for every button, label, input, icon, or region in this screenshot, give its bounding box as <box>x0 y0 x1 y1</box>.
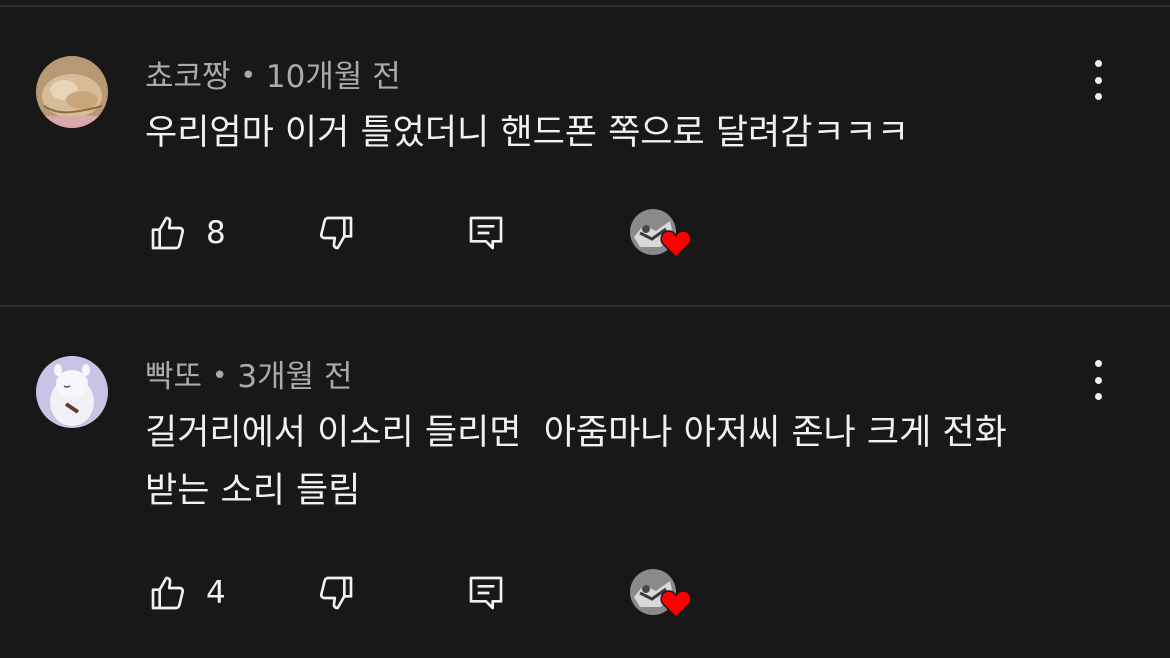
author-name[interactable]: 빡또 <box>145 359 202 395</box>
reply-icon <box>469 576 503 610</box>
thumbs-up-icon <box>151 216 185 250</box>
creator-heart-badge <box>630 209 692 259</box>
dot-icon <box>1094 93 1102 100</box>
thumbs-down-icon <box>319 576 353 610</box>
meta-separator: • <box>240 61 256 91</box>
dot-icon <box>1094 76 1102 84</box>
dislike-button[interactable] <box>316 563 356 623</box>
more-options-button[interactable] <box>1080 358 1116 402</box>
author-avatar[interactable] <box>36 356 108 428</box>
thumbs-down-icon <box>319 216 353 250</box>
comment-text: 길거리에서 이소리 들리면 아줌마나 아저씨 존나 크게 전화 받는 소리 들림 <box>145 413 1007 511</box>
thumbs-up-icon <box>151 576 185 610</box>
like-count: 8 <box>206 215 226 251</box>
divider <box>0 305 1170 307</box>
like-count: 4 <box>206 575 226 611</box>
dot-icon <box>1094 60 1102 67</box>
more-options-button[interactable] <box>1080 58 1116 102</box>
like-button[interactable]: 4 <box>148 563 226 623</box>
comment-time[interactable]: 3개월 전 <box>237 359 352 395</box>
dot-icon <box>1094 360 1102 367</box>
dislike-button[interactable] <box>316 203 356 263</box>
comment-time[interactable]: 10개월 전 <box>266 59 401 95</box>
comment-text: 우리엄마 이거 틀었더니 핸드폰 쪽으로 달려감ㅋㅋㅋ <box>145 113 910 153</box>
dot-icon <box>1094 376 1102 384</box>
divider <box>0 5 1170 7</box>
comment-actions: 8 <box>0 203 1170 263</box>
reply-icon <box>469 216 503 250</box>
comment-meta: 빡또 • 3개월 전 <box>145 356 353 397</box>
heart-icon <box>660 230 692 259</box>
comment-actions: 4 <box>0 563 1170 623</box>
dot-icon <box>1094 393 1102 400</box>
heart-icon <box>660 590 692 619</box>
comments-page: 쵸코짱 • 10개월 전 우리엄마 이거 틀었더니 핸드폰 쪽으로 달려감ㅋㅋㅋ 8 <box>0 0 1170 658</box>
author-avatar[interactable] <box>36 56 108 128</box>
reply-button[interactable] <box>466 563 506 623</box>
reply-button[interactable] <box>466 203 506 263</box>
meta-separator: • <box>212 361 228 391</box>
like-button[interactable]: 8 <box>148 203 226 263</box>
author-name[interactable]: 쵸코짱 <box>145 59 231 95</box>
comment-meta: 쵸코짱 • 10개월 전 <box>145 56 401 97</box>
creator-heart-badge <box>630 569 692 619</box>
